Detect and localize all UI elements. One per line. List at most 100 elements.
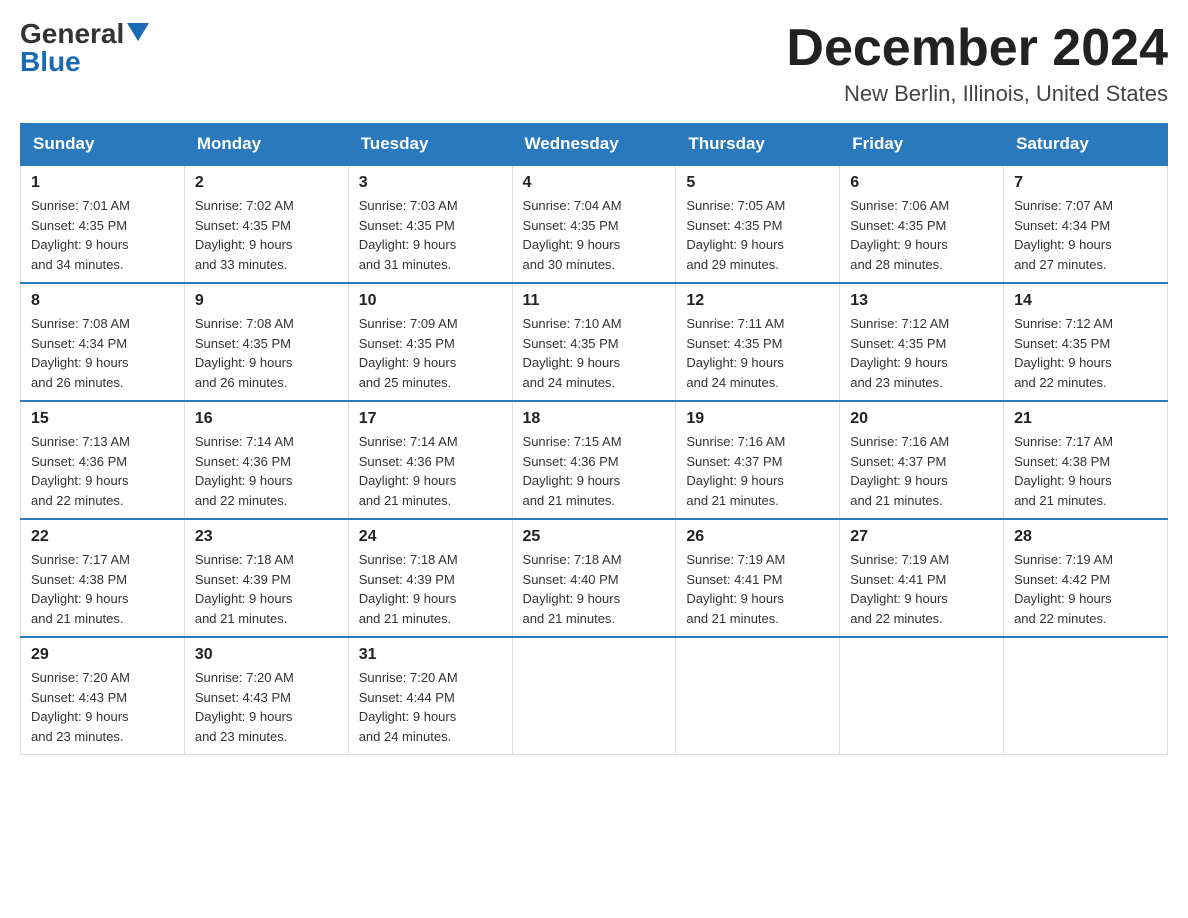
calendar-cell	[1004, 637, 1168, 755]
calendar-cell: 20 Sunrise: 7:16 AM Sunset: 4:37 PM Dayl…	[840, 401, 1004, 519]
calendar-cell	[512, 637, 676, 755]
calendar-cell: 22 Sunrise: 7:17 AM Sunset: 4:38 PM Dayl…	[21, 519, 185, 637]
day-info: Sunrise: 7:12 AM Sunset: 4:35 PM Dayligh…	[1014, 314, 1157, 392]
week-row-4: 22 Sunrise: 7:17 AM Sunset: 4:38 PM Dayl…	[21, 519, 1168, 637]
day-number: 15	[31, 410, 174, 428]
day-info: Sunrise: 7:19 AM Sunset: 4:41 PM Dayligh…	[686, 550, 829, 628]
header-monday: Monday	[184, 124, 348, 166]
calendar-cell: 1 Sunrise: 7:01 AM Sunset: 4:35 PM Dayli…	[21, 165, 185, 283]
day-info: Sunrise: 7:10 AM Sunset: 4:35 PM Dayligh…	[523, 314, 666, 392]
calendar-cell: 16 Sunrise: 7:14 AM Sunset: 4:36 PM Dayl…	[184, 401, 348, 519]
logo-general: General	[20, 20, 124, 48]
calendar-cell: 23 Sunrise: 7:18 AM Sunset: 4:39 PM Dayl…	[184, 519, 348, 637]
day-number: 14	[1014, 292, 1157, 310]
day-info: Sunrise: 7:14 AM Sunset: 4:36 PM Dayligh…	[195, 432, 338, 510]
calendar-cell: 25 Sunrise: 7:18 AM Sunset: 4:40 PM Dayl…	[512, 519, 676, 637]
day-number: 8	[31, 292, 174, 310]
day-info: Sunrise: 7:02 AM Sunset: 4:35 PM Dayligh…	[195, 196, 338, 274]
day-info: Sunrise: 7:18 AM Sunset: 4:40 PM Dayligh…	[523, 550, 666, 628]
day-info: Sunrise: 7:13 AM Sunset: 4:36 PM Dayligh…	[31, 432, 174, 510]
calendar-cell: 18 Sunrise: 7:15 AM Sunset: 4:36 PM Dayl…	[512, 401, 676, 519]
day-number: 28	[1014, 528, 1157, 546]
day-number: 22	[31, 528, 174, 546]
day-number: 30	[195, 646, 338, 664]
calendar-cell: 17 Sunrise: 7:14 AM Sunset: 4:36 PM Dayl…	[348, 401, 512, 519]
week-row-1: 1 Sunrise: 7:01 AM Sunset: 4:35 PM Dayli…	[21, 165, 1168, 283]
calendar-cell: 11 Sunrise: 7:10 AM Sunset: 4:35 PM Dayl…	[512, 283, 676, 401]
day-info: Sunrise: 7:08 AM Sunset: 4:35 PM Dayligh…	[195, 314, 338, 392]
day-number: 24	[359, 528, 502, 546]
calendar-cell: 19 Sunrise: 7:16 AM Sunset: 4:37 PM Dayl…	[676, 401, 840, 519]
day-number: 29	[31, 646, 174, 664]
calendar-cell	[676, 637, 840, 755]
day-number: 26	[686, 528, 829, 546]
calendar-cell: 30 Sunrise: 7:20 AM Sunset: 4:43 PM Dayl…	[184, 637, 348, 755]
page-header: General Blue December 2024 New Berlin, I…	[20, 20, 1168, 107]
day-number: 27	[850, 528, 993, 546]
week-row-2: 8 Sunrise: 7:08 AM Sunset: 4:34 PM Dayli…	[21, 283, 1168, 401]
day-info: Sunrise: 7:19 AM Sunset: 4:42 PM Dayligh…	[1014, 550, 1157, 628]
calendar-cell: 29 Sunrise: 7:20 AM Sunset: 4:43 PM Dayl…	[21, 637, 185, 755]
day-info: Sunrise: 7:06 AM Sunset: 4:35 PM Dayligh…	[850, 196, 993, 274]
calendar-header-row: SundayMondayTuesdayWednesdayThursdayFrid…	[21, 124, 1168, 166]
day-number: 7	[1014, 174, 1157, 192]
calendar-cell: 27 Sunrise: 7:19 AM Sunset: 4:41 PM Dayl…	[840, 519, 1004, 637]
day-info: Sunrise: 7:19 AM Sunset: 4:41 PM Dayligh…	[850, 550, 993, 628]
page-title: December 2024	[786, 20, 1168, 77]
day-number: 5	[686, 174, 829, 192]
day-info: Sunrise: 7:14 AM Sunset: 4:36 PM Dayligh…	[359, 432, 502, 510]
day-number: 12	[686, 292, 829, 310]
day-info: Sunrise: 7:12 AM Sunset: 4:35 PM Dayligh…	[850, 314, 993, 392]
day-info: Sunrise: 7:11 AM Sunset: 4:35 PM Dayligh…	[686, 314, 829, 392]
calendar-cell: 24 Sunrise: 7:18 AM Sunset: 4:39 PM Dayl…	[348, 519, 512, 637]
header-tuesday: Tuesday	[348, 124, 512, 166]
day-number: 18	[523, 410, 666, 428]
day-number: 17	[359, 410, 502, 428]
header-saturday: Saturday	[1004, 124, 1168, 166]
logo: General Blue	[20, 20, 149, 76]
calendar-cell: 10 Sunrise: 7:09 AM Sunset: 4:35 PM Dayl…	[348, 283, 512, 401]
day-info: Sunrise: 7:05 AM Sunset: 4:35 PM Dayligh…	[686, 196, 829, 274]
logo-triangle-icon	[127, 23, 149, 41]
calendar-cell: 4 Sunrise: 7:04 AM Sunset: 4:35 PM Dayli…	[512, 165, 676, 283]
calendar-table: SundayMondayTuesdayWednesdayThursdayFrid…	[20, 123, 1168, 755]
day-number: 25	[523, 528, 666, 546]
week-row-5: 29 Sunrise: 7:20 AM Sunset: 4:43 PM Dayl…	[21, 637, 1168, 755]
day-info: Sunrise: 7:20 AM Sunset: 4:43 PM Dayligh…	[31, 668, 174, 746]
day-number: 9	[195, 292, 338, 310]
calendar-cell: 12 Sunrise: 7:11 AM Sunset: 4:35 PM Dayl…	[676, 283, 840, 401]
week-row-3: 15 Sunrise: 7:13 AM Sunset: 4:36 PM Dayl…	[21, 401, 1168, 519]
day-info: Sunrise: 7:17 AM Sunset: 4:38 PM Dayligh…	[1014, 432, 1157, 510]
header-friday: Friday	[840, 124, 1004, 166]
day-info: Sunrise: 7:07 AM Sunset: 4:34 PM Dayligh…	[1014, 196, 1157, 274]
day-number: 11	[523, 292, 666, 310]
calendar-cell: 28 Sunrise: 7:19 AM Sunset: 4:42 PM Dayl…	[1004, 519, 1168, 637]
day-number: 23	[195, 528, 338, 546]
day-info: Sunrise: 7:20 AM Sunset: 4:43 PM Dayligh…	[195, 668, 338, 746]
day-info: Sunrise: 7:09 AM Sunset: 4:35 PM Dayligh…	[359, 314, 502, 392]
logo-blue: Blue	[20, 46, 81, 77]
calendar-cell: 15 Sunrise: 7:13 AM Sunset: 4:36 PM Dayl…	[21, 401, 185, 519]
day-info: Sunrise: 7:04 AM Sunset: 4:35 PM Dayligh…	[523, 196, 666, 274]
day-number: 16	[195, 410, 338, 428]
calendar-cell: 3 Sunrise: 7:03 AM Sunset: 4:35 PM Dayli…	[348, 165, 512, 283]
day-info: Sunrise: 7:03 AM Sunset: 4:35 PM Dayligh…	[359, 196, 502, 274]
calendar-cell: 13 Sunrise: 7:12 AM Sunset: 4:35 PM Dayl…	[840, 283, 1004, 401]
day-number: 21	[1014, 410, 1157, 428]
day-info: Sunrise: 7:18 AM Sunset: 4:39 PM Dayligh…	[359, 550, 502, 628]
title-block: December 2024 New Berlin, Illinois, Unit…	[786, 20, 1168, 107]
day-info: Sunrise: 7:17 AM Sunset: 4:38 PM Dayligh…	[31, 550, 174, 628]
day-number: 6	[850, 174, 993, 192]
day-info: Sunrise: 7:01 AM Sunset: 4:35 PM Dayligh…	[31, 196, 174, 274]
day-info: Sunrise: 7:18 AM Sunset: 4:39 PM Dayligh…	[195, 550, 338, 628]
day-number: 3	[359, 174, 502, 192]
day-number: 4	[523, 174, 666, 192]
day-info: Sunrise: 7:15 AM Sunset: 4:36 PM Dayligh…	[523, 432, 666, 510]
day-number: 31	[359, 646, 502, 664]
calendar-cell: 31 Sunrise: 7:20 AM Sunset: 4:44 PM Dayl…	[348, 637, 512, 755]
day-info: Sunrise: 7:20 AM Sunset: 4:44 PM Dayligh…	[359, 668, 502, 746]
day-number: 10	[359, 292, 502, 310]
day-info: Sunrise: 7:16 AM Sunset: 4:37 PM Dayligh…	[686, 432, 829, 510]
calendar-cell	[840, 637, 1004, 755]
page-subtitle: New Berlin, Illinois, United States	[786, 81, 1168, 107]
